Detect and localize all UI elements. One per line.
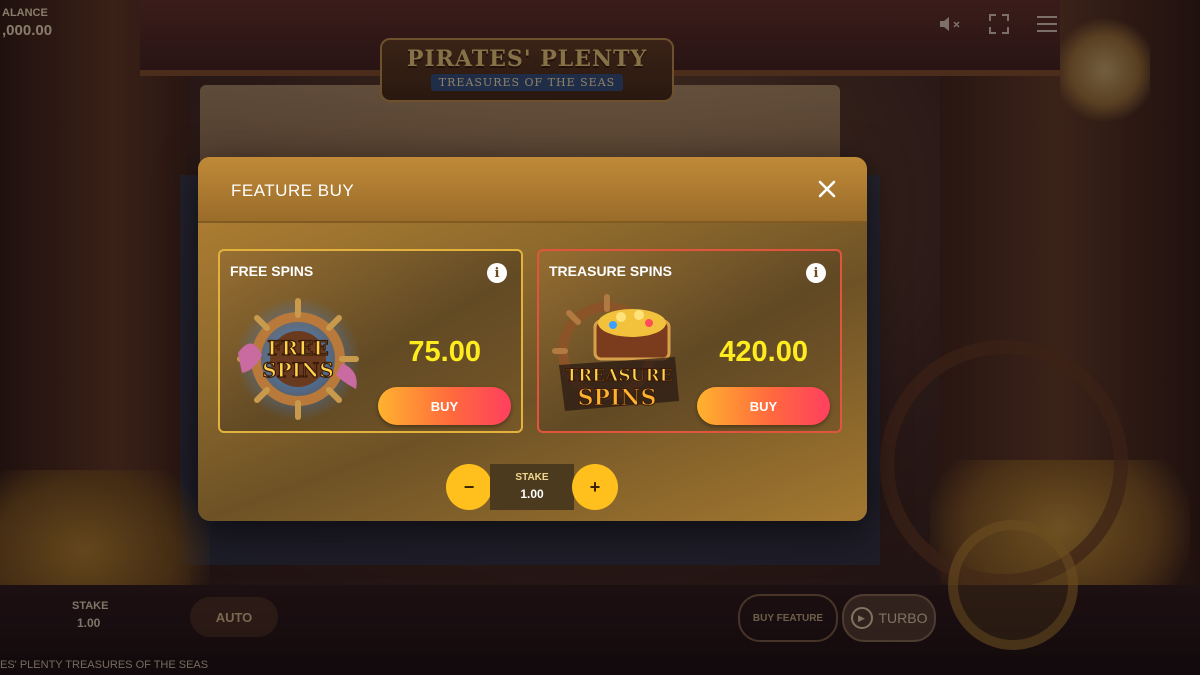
close-icon [818, 180, 836, 198]
stake-increase-button[interactable]: + [572, 464, 618, 510]
stake-decrease-button[interactable]: − [446, 464, 492, 510]
close-button[interactable] [815, 177, 839, 201]
svg-text:SPINS: SPINS [262, 358, 334, 382]
stake-selector: − STAKE 1.00 + [446, 464, 618, 510]
buy-treasure-spins-button[interactable]: BUY [697, 387, 830, 425]
info-icon[interactable]: i [487, 263, 507, 283]
svg-text:TREASURE: TREASURE [565, 366, 672, 386]
svg-text:FREE: FREE [267, 336, 328, 360]
card-title: FREE SPINS [230, 263, 314, 279]
free-spins-price: 75.00 [408, 336, 481, 368]
free-spins-card: FREE SPINS i FREE SPINS 75.00 BUY [218, 249, 523, 433]
treasure-spins-emblem-icon: TREASURE SPINS [552, 294, 679, 412]
buy-free-spins-button[interactable]: BUY [378, 387, 511, 425]
free-spins-emblem-icon: FREE SPINS [236, 297, 360, 421]
stake-value: 1.00 [520, 487, 544, 501]
feature-buy-modal: FEATURE BUY FREE SPINS i FREE SPINS 75.0… [198, 157, 867, 521]
stake-label: STAKE [515, 472, 549, 483]
modal-header: FEATURE BUY [198, 157, 867, 223]
svg-text:SPINS: SPINS [578, 385, 657, 411]
treasure-spins-card: TREASURE SPINS i TREASURE SPINS 420.00 B… [537, 249, 842, 433]
treasure-spins-price: 420.00 [719, 336, 808, 368]
card-title: TREASURE SPINS [549, 263, 672, 279]
stake-display: STAKE 1.00 [490, 464, 574, 510]
info-icon[interactable]: i [806, 263, 826, 283]
modal-title: FEATURE BUY [231, 181, 355, 200]
